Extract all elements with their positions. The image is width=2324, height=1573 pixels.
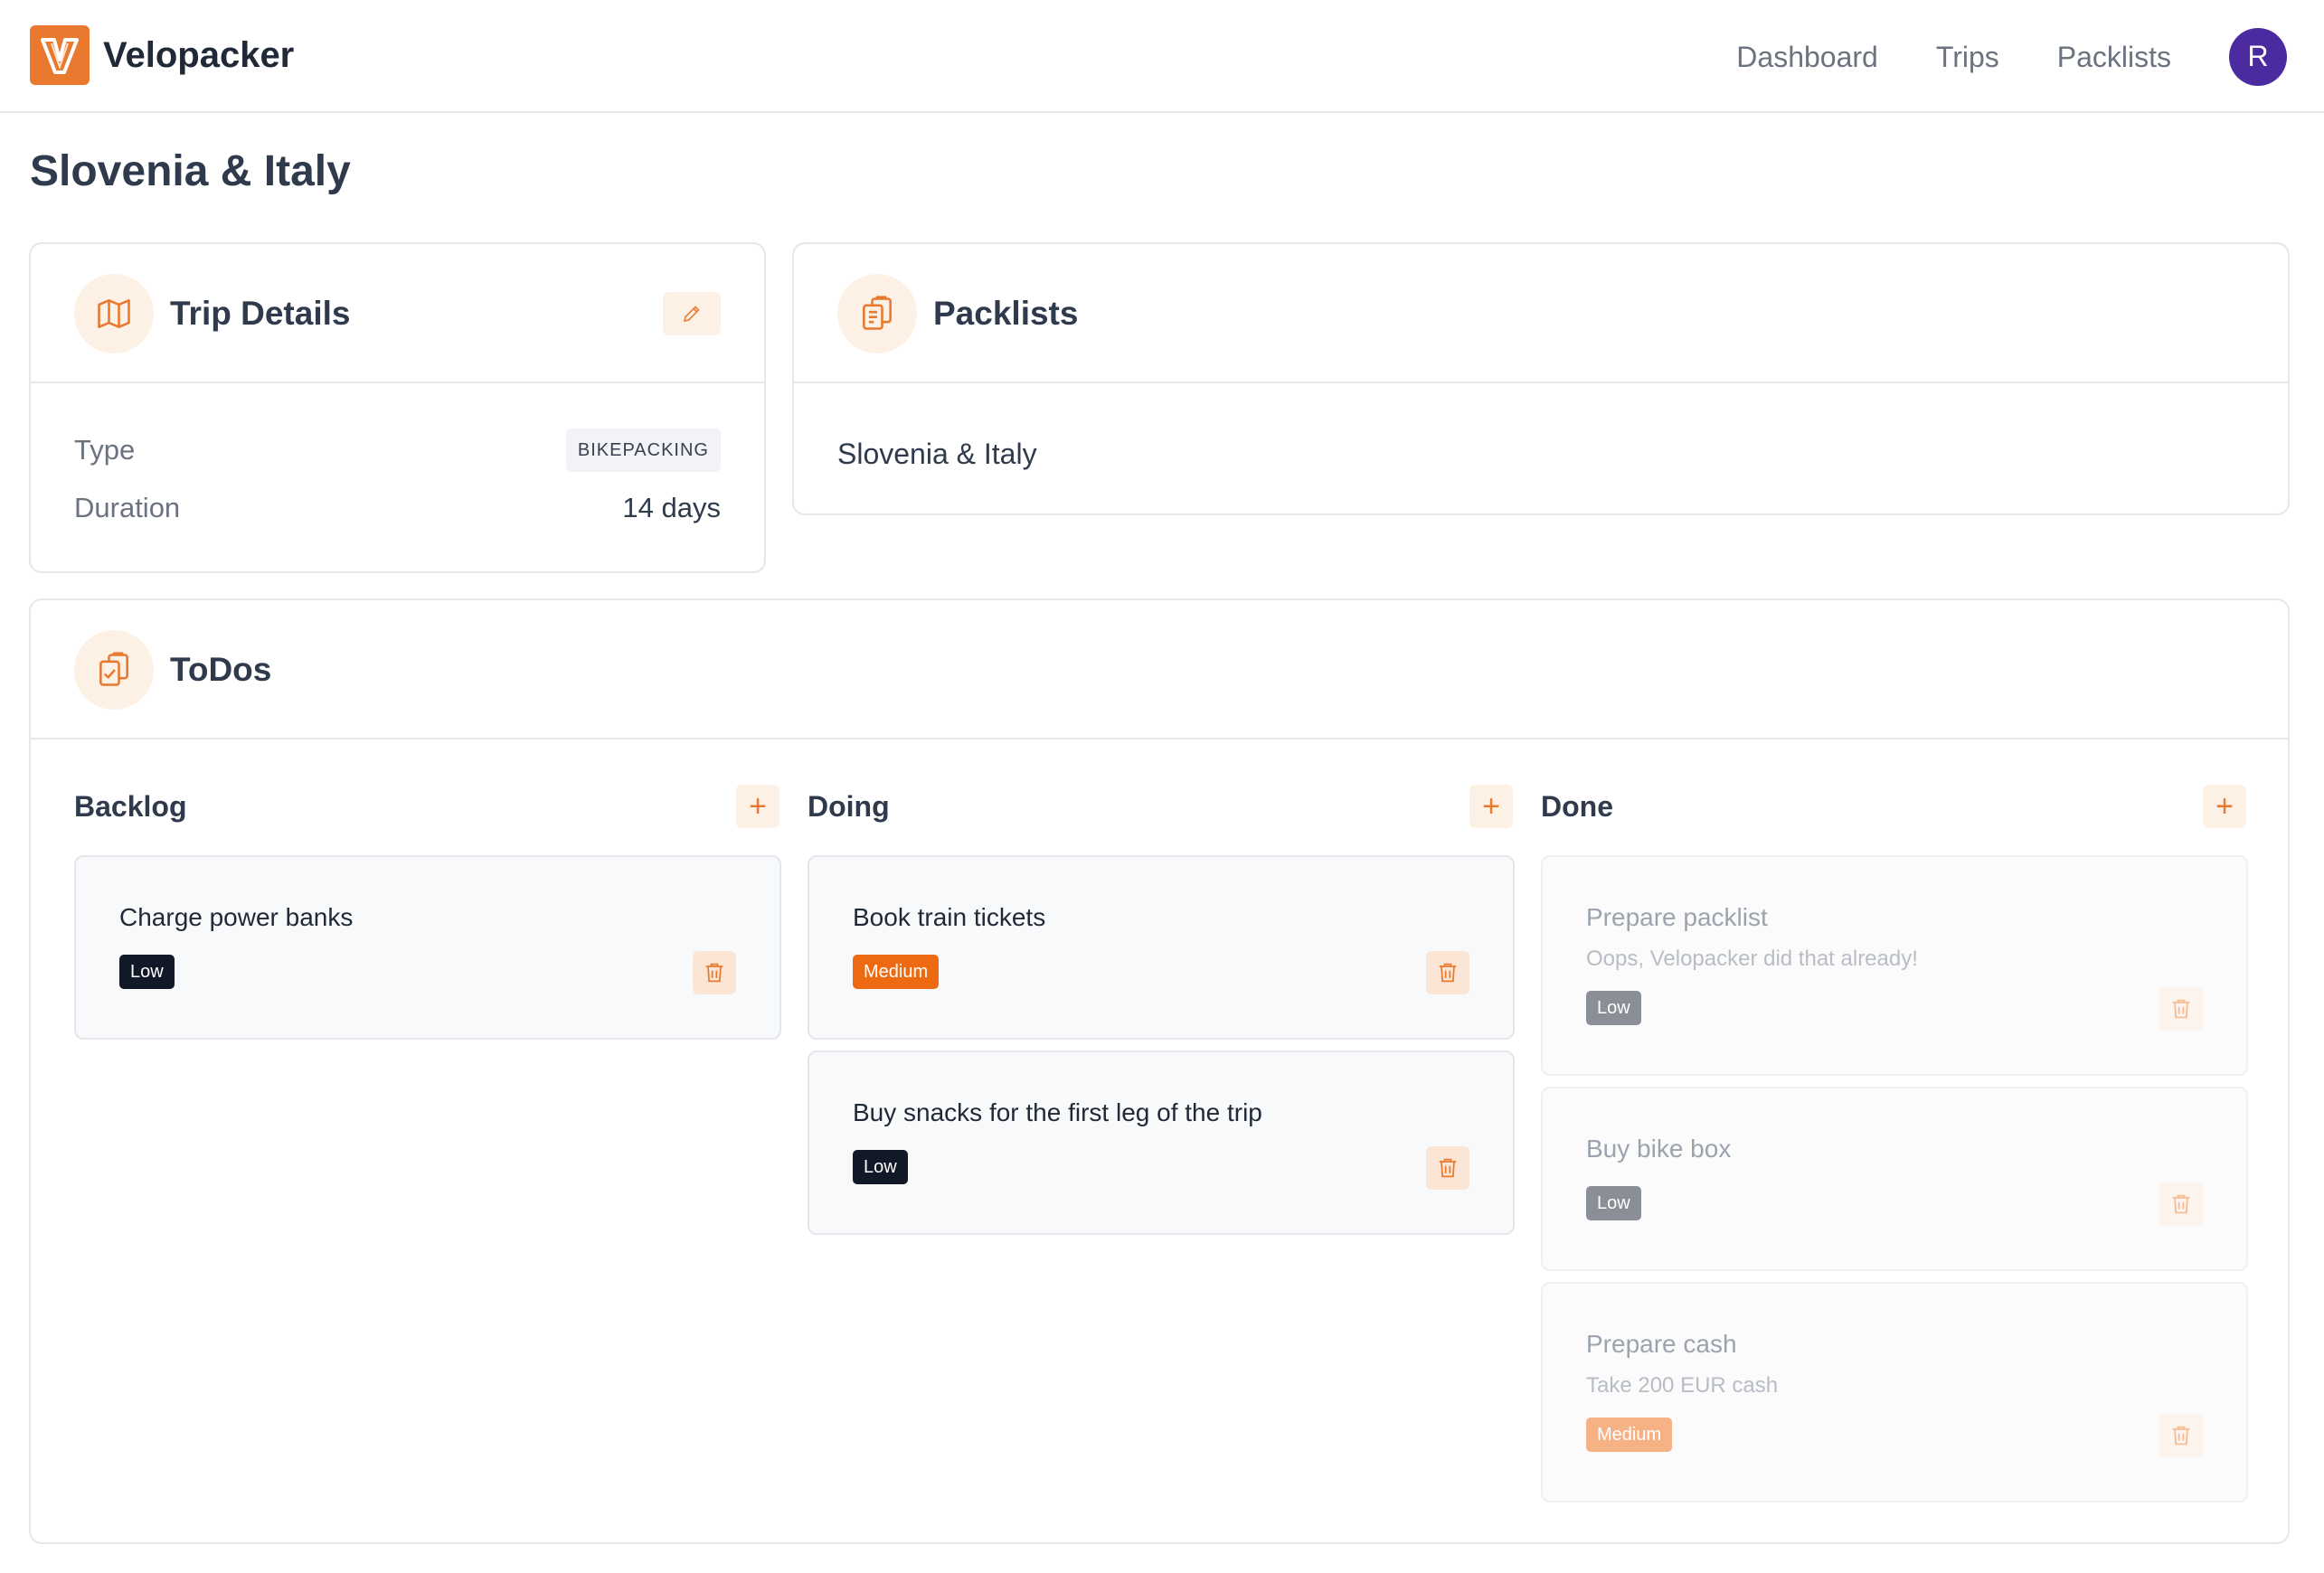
trip-duration-row: Duration 14 days	[74, 488, 721, 528]
task-card[interactable]: Buy snacks for the first leg of the trip…	[808, 1050, 1515, 1235]
packlist-item[interactable]: Slovenia & Italy	[837, 438, 1037, 471]
task-card[interactable]: Prepare packlist Oops, Velopacker did th…	[1541, 855, 2248, 1076]
task-title: Prepare packlist	[1586, 903, 1768, 931]
priority-badge: Medium	[853, 955, 940, 989]
plus-icon: +	[2215, 789, 2234, 824]
packlists-card: Packlists Slovenia & Italy	[792, 242, 2290, 515]
task-card[interactable]: Charge power banks Low	[74, 855, 781, 1040]
priority-badge: Low	[119, 955, 175, 989]
pencil-icon	[683, 306, 700, 323]
priority-badge: Medium	[1586, 1418, 1673, 1452]
task-title: Book train tickets	[853, 903, 1046, 931]
add-task-button[interactable]: +	[736, 785, 779, 828]
duration-label: Duration	[74, 492, 181, 523]
delete-task-button[interactable]	[1426, 951, 1469, 994]
column-title: Done	[1541, 790, 1613, 823]
priority-badge: Low	[1586, 1186, 1641, 1220]
trash-icon	[1439, 963, 1457, 983]
column-title: Backlog	[74, 790, 187, 823]
delete-task-button[interactable]	[1426, 1146, 1469, 1190]
todos-header: ToDos	[31, 600, 2288, 739]
velopacker-logo[interactable]	[30, 25, 90, 85]
task-description: Oops, Velopacker did that already!	[1586, 947, 1918, 971]
nav-packlists[interactable]: Packlists	[2057, 39, 2171, 75]
task-title: Charge power banks	[119, 903, 354, 931]
task-card[interactable]: Book train tickets Medium	[808, 855, 1515, 1040]
nav-trips[interactable]: Trips	[1936, 39, 1999, 75]
priority-badge: Low	[853, 1150, 908, 1184]
task-card[interactable]: Buy bike box Low	[1541, 1087, 2248, 1271]
logo-v-icon	[41, 38, 79, 74]
page-title: Slovenia & Italy	[30, 147, 351, 195]
duration-value: 14 days	[622, 492, 721, 523]
task-title: Prepare cash	[1586, 1330, 1737, 1358]
priority-badge: Low	[1586, 991, 1641, 1025]
task-description: Take 200 EUR cash	[1586, 1373, 1779, 1398]
trash-icon	[1439, 1158, 1457, 1178]
trip-details-title: Trip Details	[170, 295, 351, 332]
delete-task-button[interactable]	[2159, 1414, 2203, 1457]
add-task-button[interactable]: +	[1469, 785, 1513, 828]
packlists-header: Packlists	[794, 244, 2288, 383]
trip-type-row: Type BIKEPACKING	[74, 429, 721, 472]
delete-task-button[interactable]	[2159, 987, 2203, 1031]
trip-type-badge: BIKEPACKING	[565, 429, 721, 472]
brand-name[interactable]: Velopacker	[103, 33, 294, 78]
todos-title: ToDos	[170, 651, 272, 688]
type-label: Type	[74, 434, 136, 466]
main-nav: Dashboard Trips Packlists R	[1736, 0, 2324, 113]
clipboard-list-icon	[837, 274, 917, 353]
delete-task-button[interactable]	[2159, 1182, 2203, 1226]
map-icon	[74, 274, 154, 353]
plus-icon: +	[1482, 789, 1500, 824]
trash-icon	[2172, 1426, 2190, 1446]
column-title: Doing	[808, 790, 890, 823]
plus-icon: +	[749, 789, 767, 824]
trip-details-header: Trip Details	[31, 244, 764, 383]
trash-icon	[2172, 999, 2190, 1019]
nav-dashboard[interactable]: Dashboard	[1736, 39, 1878, 75]
trash-icon	[705, 963, 723, 983]
task-title: Buy bike box	[1586, 1135, 1732, 1163]
clipboard-check-icon	[74, 630, 154, 710]
delete-task-button[interactable]	[693, 951, 736, 994]
trip-details-card: Trip Details Type BIKEPACKING Duration 1…	[29, 242, 766, 573]
task-title: Buy snacks for the first leg of the trip	[853, 1098, 1262, 1126]
todos-card: ToDos Backlog + Charge power banks Low D…	[29, 598, 2290, 1544]
edit-trip-button[interactable]	[663, 292, 721, 335]
trash-icon	[2172, 1194, 2190, 1214]
task-card[interactable]: Prepare cash Take 200 EUR cash Medium	[1541, 1282, 2248, 1502]
top-navbar: Velopacker Dashboard Trips Packlists R	[0, 0, 2324, 113]
user-avatar[interactable]: R	[2229, 27, 2287, 86]
add-task-button[interactable]: +	[2203, 785, 2246, 828]
packlists-title: Packlists	[933, 295, 1079, 332]
